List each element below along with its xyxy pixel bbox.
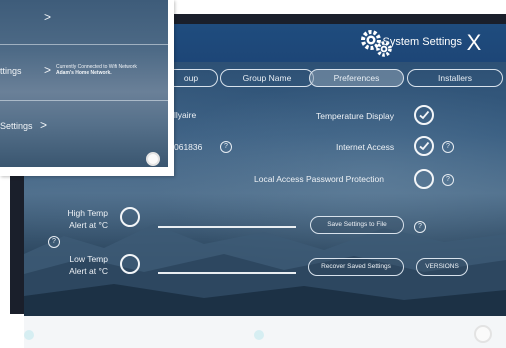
local-password-label: Local Access Password Protection — [254, 174, 384, 184]
low-temp-label-line2: Alert at °C — [69, 266, 108, 276]
internet-access-checkbox[interactable] — [414, 136, 434, 156]
help-icon[interactable]: ? — [442, 141, 454, 153]
help-icon[interactable]: ? — [220, 141, 232, 153]
local-password-checkbox[interactable] — [414, 169, 434, 189]
temperature-display-label: Temperature Display — [316, 111, 394, 121]
save-settings-button[interactable]: Save Settings to File — [310, 216, 404, 234]
help-icon[interactable]: ? — [414, 221, 426, 233]
indicator-dot — [254, 330, 264, 340]
low-temp-slider[interactable] — [158, 272, 296, 274]
overlay-row-wifi[interactable]: ttings > Currently Connected to Wifi Net… — [0, 52, 168, 96]
high-temp-label-line2: Alert at °C — [69, 220, 108, 230]
check-icon — [419, 110, 430, 120]
tab-preferences[interactable]: Preferences — [309, 69, 404, 87]
check-icon — [419, 141, 430, 151]
tab-group-name[interactable]: Group Name — [220, 69, 314, 87]
close-button[interactable]: X — [460, 30, 488, 58]
home-button[interactable] — [474, 325, 492, 343]
overlay-row-label: Settings — [0, 121, 33, 131]
divider — [0, 100, 168, 101]
indicator-dot — [24, 330, 34, 340]
tab-installers[interactable]: Installers — [407, 69, 503, 87]
help-icon[interactable]: ? — [442, 174, 454, 186]
high-temp-slider[interactable] — [158, 226, 296, 228]
overlay-panel: > ttings > Currently Connected to Wifi N… — [0, 0, 168, 167]
page-title: System Settings — [382, 36, 462, 48]
chevron-right-icon: > — [40, 118, 48, 132]
low-temp-toggle[interactable] — [120, 254, 140, 274]
chevron-right-icon: > — [44, 63, 52, 77]
help-icon[interactable]: ? — [48, 236, 60, 248]
overlay-card: > ttings > Currently Connected to Wifi N… — [0, 0, 174, 176]
versions-button[interactable]: VERSIONS — [416, 258, 468, 276]
overlay-row-settings[interactable]: Settings > — [0, 106, 168, 150]
chevron-right-icon: > — [44, 10, 52, 24]
high-temp-label-line1: High Temp — [67, 208, 108, 218]
overlay-row[interactable]: > — [0, 0, 168, 44]
wifi-status-line2: Adam's Home Network. — [56, 70, 112, 76]
low-temp-label-line1: Low Temp — [69, 254, 108, 264]
device-bottom-bar — [24, 316, 506, 348]
overlay-row-label: ttings — [0, 66, 22, 76]
recover-settings-button[interactable]: Recover Saved Settings — [308, 258, 404, 276]
name-value: llyaire — [174, 110, 197, 120]
divider — [0, 44, 168, 45]
high-temp-toggle[interactable] — [120, 207, 140, 227]
id-value: 061836 — [174, 142, 203, 152]
internet-access-label: Internet Access — [336, 142, 395, 152]
temperature-display-checkbox[interactable] — [414, 105, 434, 125]
home-button[interactable] — [146, 152, 160, 166]
